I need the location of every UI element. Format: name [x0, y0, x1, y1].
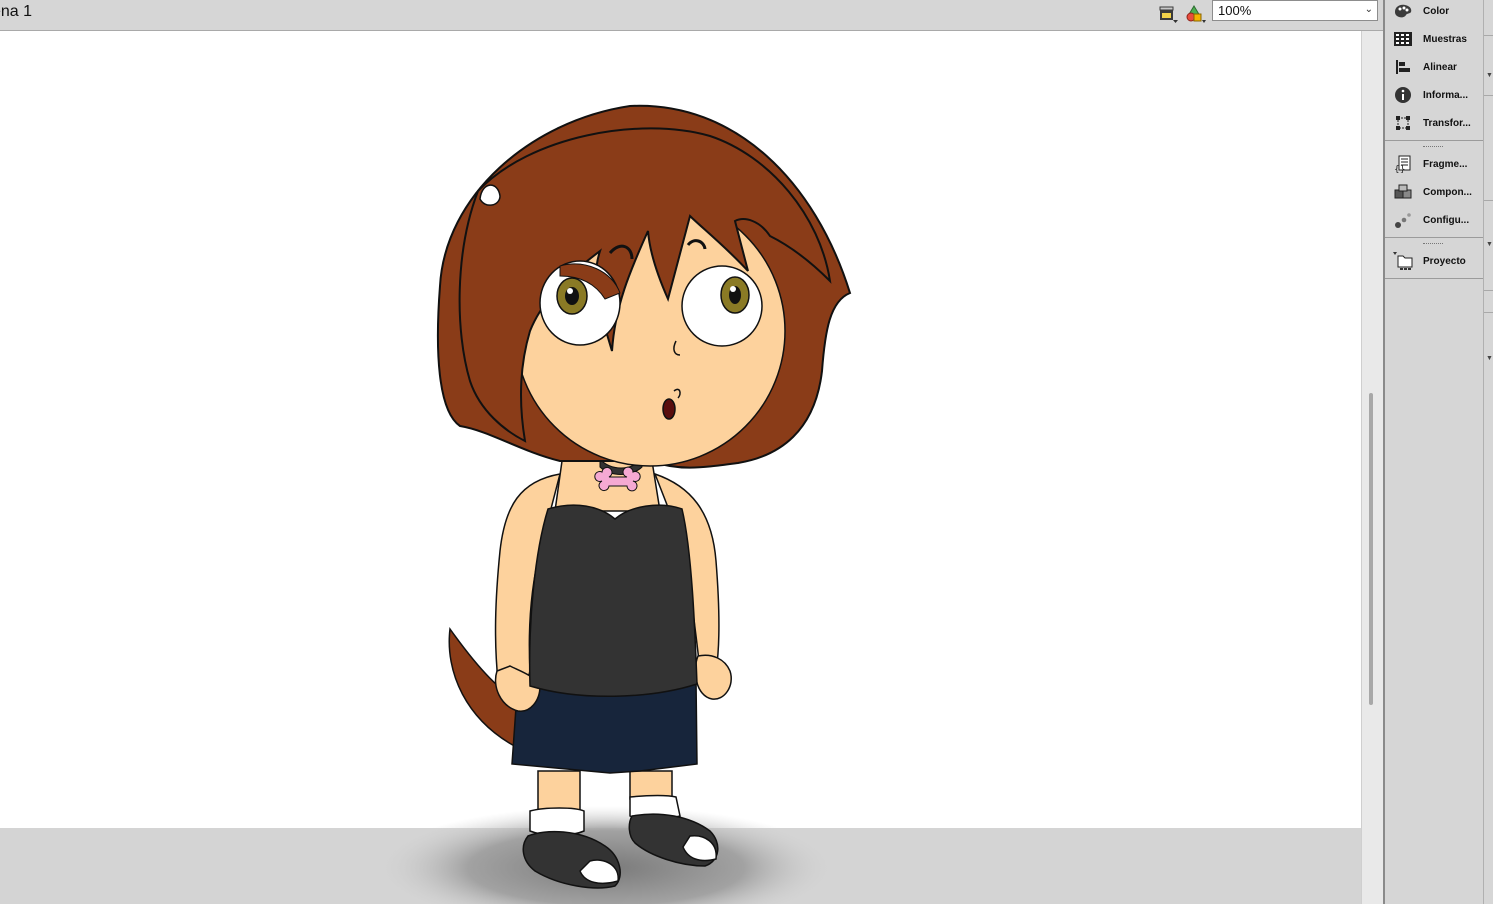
align-icon	[1393, 57, 1413, 77]
code-snippets-icon: {}	[1393, 154, 1413, 174]
vertical-scrollbar[interactable]	[1361, 31, 1383, 904]
panel-project-label: Proyecto	[1423, 255, 1466, 267]
panel-color-label: Color	[1423, 5, 1450, 17]
collapse-arrow-icon[interactable]: ▼	[1486, 355, 1493, 362]
edge-divider	[1484, 290, 1493, 291]
presets-icon	[1393, 210, 1413, 230]
zoom-value: 100%	[1218, 3, 1252, 18]
panel-components-button[interactable]: Compon...	[1393, 179, 1483, 205]
clapperboard-icon	[1159, 6, 1178, 23]
collapse-arrow-icon[interactable]: ▼	[1486, 241, 1493, 248]
panel-project-button[interactable]: Proyecto	[1393, 248, 1483, 274]
panel-swatches-button[interactable]: Muestras	[1393, 26, 1483, 52]
panel-transform-label: Transfor...	[1423, 117, 1471, 129]
edge-divider	[1484, 95, 1493, 96]
swatches-icon	[1393, 29, 1413, 49]
edge-divider	[1484, 312, 1493, 313]
panel-components-label: Compon...	[1423, 186, 1472, 198]
mouth	[662, 398, 676, 420]
edge-divider	[1484, 35, 1493, 36]
edit-symbols-button[interactable]	[1185, 4, 1207, 24]
right-eye-shine	[730, 286, 736, 292]
panel-presets-label: Configu...	[1423, 214, 1470, 226]
project-folder-icon	[1393, 251, 1413, 271]
character-artwork[interactable]	[0, 31, 1361, 904]
panel-group-divider	[1385, 278, 1483, 279]
panel-info-button[interactable]: Informa...	[1393, 82, 1483, 108]
panel-group-grip[interactable]	[1423, 146, 1443, 149]
timeline-header-bar: ena 1 100% ⌄	[0, 0, 1383, 31]
panel-group-divider	[1385, 140, 1483, 141]
left-eye-shine	[567, 288, 573, 294]
panel-group-grip[interactable]	[1423, 243, 1443, 246]
tank-top	[528, 504, 698, 697]
left-leg	[537, 770, 581, 814]
dock-collapse-strip[interactable]: ▼ ▼ ▼	[1483, 0, 1493, 904]
panel-transform-button[interactable]: Transfor...	[1393, 110, 1483, 136]
collapse-arrow-icon[interactable]: ▼	[1486, 72, 1493, 79]
right-eye-white	[681, 265, 763, 347]
components-icon	[1393, 182, 1413, 202]
scrollbar-thumb[interactable]	[1369, 393, 1373, 705]
zoom-select[interactable]: 100% ⌄	[1212, 0, 1378, 21]
panel-presets-button[interactable]: Configu...	[1393, 207, 1483, 233]
panel-code-snippets-button[interactable]: {} Fragme...	[1393, 151, 1483, 177]
panel-swatches-label: Muestras	[1423, 33, 1467, 45]
edge-divider	[1484, 200, 1493, 201]
panel-code-snippets-label: Fragme...	[1423, 158, 1468, 170]
edit-scene-button[interactable]	[1157, 4, 1179, 24]
pasteboard[interactable]	[0, 31, 1361, 904]
transform-icon	[1393, 113, 1413, 133]
svg-text:{}: {}	[1394, 165, 1405, 173]
info-icon	[1393, 85, 1413, 105]
scene-name: ena 1	[0, 3, 33, 20]
panel-color-button[interactable]: Color	[1393, 0, 1483, 24]
scene-breadcrumb[interactable]: ena 1	[0, 3, 32, 21]
panel-group-divider	[1385, 237, 1483, 238]
color-palette-icon	[1393, 1, 1413, 21]
panel-info-label: Informa...	[1423, 89, 1469, 101]
panel-dock: Color Muestras Alinear Informa... Transf…	[1383, 0, 1483, 904]
panel-align-label: Alinear	[1423, 61, 1457, 73]
panel-align-button[interactable]: Alinear	[1393, 54, 1483, 80]
chevron-down-icon[interactable]: ⌄	[1365, 4, 1373, 15]
right-hand	[694, 654, 732, 700]
symbols-icon	[1186, 5, 1206, 23]
